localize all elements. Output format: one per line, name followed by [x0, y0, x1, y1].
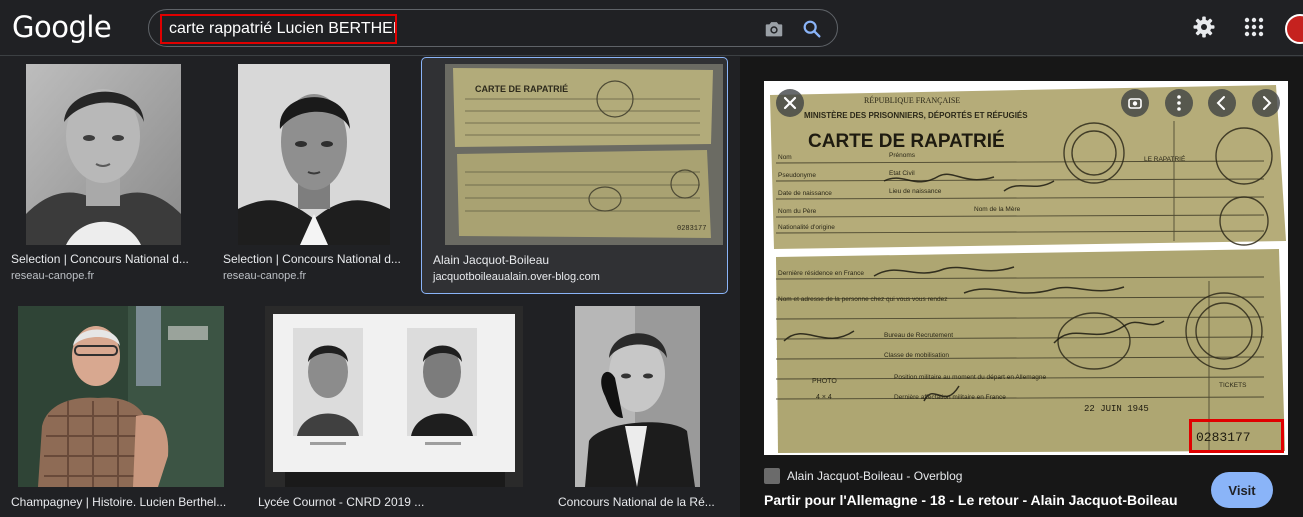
- result-thumbnail[interactable]: [18, 306, 224, 487]
- apps-grid-icon[interactable]: [1243, 16, 1265, 38]
- result-thumbnail[interactable]: [575, 306, 700, 487]
- image-preview-panel: RÉPUBLIQUE FRANÇAISE MINISTÈRE DES PRISO…: [740, 57, 1303, 517]
- image-results-grid: Selection | Concours National d... resea…: [0, 57, 740, 517]
- form-label: Classe de mobilisation: [884, 352, 949, 359]
- form-label: Position militaire au moment du départ e…: [894, 374, 1046, 381]
- search-input[interactable]: [169, 20, 395, 38]
- lens-icon[interactable]: [1121, 89, 1149, 117]
- form-label: Dernière résidence en France: [778, 270, 864, 277]
- form-label: Nom et adresse de la personne chez qui v…: [778, 296, 947, 303]
- result-title[interactable]: Selection | Concours National d...: [11, 252, 196, 266]
- thumb-card-heading: CARTE DE RAPATRIÉ: [475, 84, 568, 94]
- result-title[interactable]: Concours National de la Ré...: [558, 495, 728, 509]
- form-label: Pseudonyme: [778, 172, 816, 179]
- preview-heading: CARTE DE RAPATRIÉ: [808, 130, 1005, 152]
- preview-repatrie: LE RAPATRIÉ: [1144, 154, 1186, 163]
- result-title[interactable]: Champagney | Histoire. Lucien Berthel...: [11, 495, 236, 509]
- result-card[interactable]: Selection | Concours National d... resea…: [0, 57, 210, 294]
- chevron-right-icon[interactable]: [1252, 89, 1280, 117]
- preview-ministry: MINISTÈRE DES PRISONNIERS, DÉPORTÉS ET R…: [804, 111, 1028, 120]
- form-label: Nom du Père: [778, 208, 817, 215]
- result-card[interactable]: Concours National de la Ré...: [548, 303, 728, 517]
- top-bar: Google: [0, 0, 1303, 56]
- preview-tickets: TICKETS: [1219, 382, 1247, 389]
- result-source: reseau-canope.fr: [11, 270, 95, 282]
- google-logo[interactable]: Google: [12, 10, 112, 44]
- visit-button[interactable]: Visit: [1211, 472, 1273, 508]
- form-label: Nationalité d'origine: [778, 224, 835, 231]
- search-box[interactable]: [148, 9, 838, 47]
- preview-stamp-date: 22 JUIN 1945: [1084, 404, 1149, 414]
- form-label: Prénoms: [889, 152, 916, 159]
- preview-republic: RÉPUBLIQUE FRANÇAISE: [864, 95, 960, 105]
- preview-source-name[interactable]: Alain Jacquot-Boileau - Overblog: [787, 469, 962, 483]
- result-title[interactable]: Lycée Cournot - CNRD 2019 ...: [258, 495, 528, 509]
- result-title[interactable]: Selection | Concours National d...: [223, 252, 408, 266]
- number-highlight: [1189, 419, 1284, 453]
- result-card-selected[interactable]: CARTE DE RAPATRIÉ 0283177 Alain Jacquot-…: [421, 57, 728, 294]
- thumb-card-number: 0283177: [677, 225, 706, 233]
- result-thumbnail[interactable]: [238, 64, 390, 245]
- result-source: jacquotboileaualain.over-blog.com: [433, 271, 600, 283]
- result-thumbnail[interactable]: CARTE DE RAPATRIÉ 0283177: [445, 64, 723, 245]
- result-thumbnail[interactable]: [26, 64, 181, 245]
- camera-icon[interactable]: [763, 18, 785, 40]
- result-title[interactable]: Alain Jacquot-Boileau: [433, 253, 713, 267]
- form-label: Etat Civil: [889, 170, 915, 177]
- account-avatar[interactable]: [1285, 14, 1303, 44]
- preview-photo: PHOTO: [812, 378, 837, 385]
- gear-icon[interactable]: [1192, 15, 1216, 39]
- preview-image[interactable]: RÉPUBLIQUE FRANÇAISE MINISTÈRE DES PRISO…: [764, 81, 1288, 455]
- result-source: reseau-canope.fr: [223, 270, 307, 282]
- preview-title[interactable]: Partir pour l'Allemagne - 18 - Le retour…: [764, 492, 1178, 508]
- form-label: Date de naissance: [778, 190, 832, 197]
- form-label: Bureau de Recrutement: [884, 332, 953, 339]
- form-label: Nom de la Mère: [974, 206, 1021, 213]
- carte-de-rapatrie-image: RÉPUBLIQUE FRANÇAISE MINISTÈRE DES PRISO…: [764, 81, 1288, 455]
- chevron-left-icon[interactable]: [1208, 89, 1236, 117]
- result-card[interactable]: Lycée Cournot - CNRD 2019 ...: [248, 303, 538, 517]
- search-icon[interactable]: [801, 18, 823, 40]
- preview-photo-size: 4 × 4: [816, 394, 832, 401]
- form-label: Lieu de naissance: [889, 188, 942, 195]
- form-label: Nom: [778, 154, 792, 161]
- result-card[interactable]: Champagney | Histoire. Lucien Berthel...: [0, 303, 240, 517]
- preview-source-row[interactable]: Alain Jacquot-Boileau - Overblog: [764, 467, 962, 485]
- site-favicon: [764, 468, 780, 484]
- more-options-icon[interactable]: [1165, 89, 1193, 117]
- result-thumbnail[interactable]: [265, 306, 523, 487]
- result-card[interactable]: Selection | Concours National d... resea…: [212, 57, 420, 294]
- query-highlight: [160, 14, 397, 44]
- close-icon[interactable]: [776, 89, 804, 117]
